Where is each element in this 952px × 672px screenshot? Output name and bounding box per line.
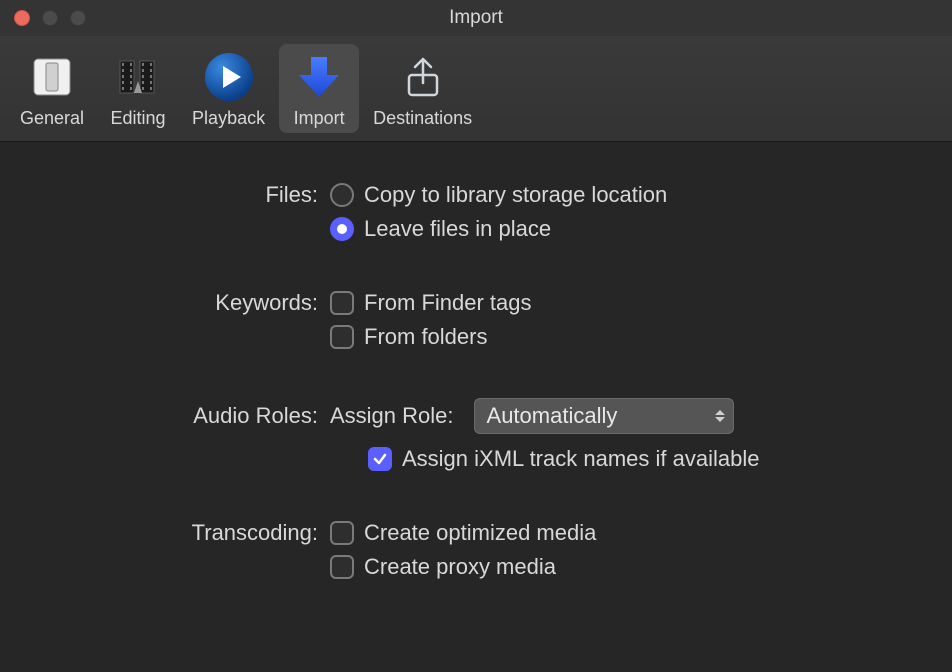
transcoding-optimized-checkbox[interactable]	[330, 521, 354, 545]
transcoding-proxy-checkbox[interactable]	[330, 555, 354, 579]
title-bar: Import	[0, 0, 952, 36]
tab-import[interactable]: Import	[279, 44, 359, 133]
preferences-toolbar: General Editing	[0, 36, 952, 142]
assign-role-label: Assign Role:	[330, 403, 464, 429]
updown-icon	[715, 410, 725, 422]
close-button[interactable]	[14, 10, 30, 26]
files-copy-label[interactable]: Copy to library storage location	[364, 182, 667, 208]
tab-label: Editing	[111, 108, 166, 129]
keywords-finder-tags-checkbox[interactable]	[330, 291, 354, 315]
keywords-from-folders-checkbox[interactable]	[330, 325, 354, 349]
keywords-finder-tags-label[interactable]: From Finder tags	[364, 290, 532, 316]
tab-label: Import	[294, 108, 345, 129]
transcoding-optimized-label[interactable]: Create optimized media	[364, 520, 596, 546]
assign-role-select[interactable]: Automatically	[474, 398, 734, 434]
files-label: Files:	[0, 182, 330, 208]
import-icon	[290, 48, 348, 106]
general-icon	[23, 48, 81, 106]
playback-icon	[200, 48, 258, 106]
keywords-from-folders-label[interactable]: From folders	[364, 324, 487, 350]
files-leave-label[interactable]: Leave files in place	[364, 216, 551, 242]
editing-icon	[109, 48, 167, 106]
ixml-label[interactable]: Assign iXML track names if available	[402, 446, 759, 472]
window-title: Import	[449, 7, 503, 29]
transcoding-proxy-label[interactable]: Create proxy media	[364, 554, 556, 580]
tab-general[interactable]: General	[12, 44, 92, 133]
maximize-button[interactable]	[70, 10, 86, 26]
transcoding-label: Transcoding:	[0, 520, 330, 546]
assign-role-value: Automatically	[487, 403, 618, 429]
minimize-button[interactable]	[42, 10, 58, 26]
window-controls	[14, 10, 86, 26]
destinations-icon	[394, 48, 452, 106]
audio-roles-label: Audio Roles:	[0, 403, 330, 429]
tab-editing[interactable]: Editing	[98, 44, 178, 133]
tab-label: General	[20, 108, 84, 129]
tab-label: Playback	[192, 108, 265, 129]
tab-destinations[interactable]: Destinations	[365, 44, 480, 133]
keywords-label: Keywords:	[0, 290, 330, 316]
tab-playback[interactable]: Playback	[184, 44, 273, 133]
files-leave-radio[interactable]	[330, 217, 354, 241]
content-pane: Files: Copy to library storage location …	[0, 142, 952, 580]
files-copy-radio[interactable]	[330, 183, 354, 207]
tab-label: Destinations	[373, 108, 472, 129]
ixml-checkbox[interactable]	[368, 447, 392, 471]
